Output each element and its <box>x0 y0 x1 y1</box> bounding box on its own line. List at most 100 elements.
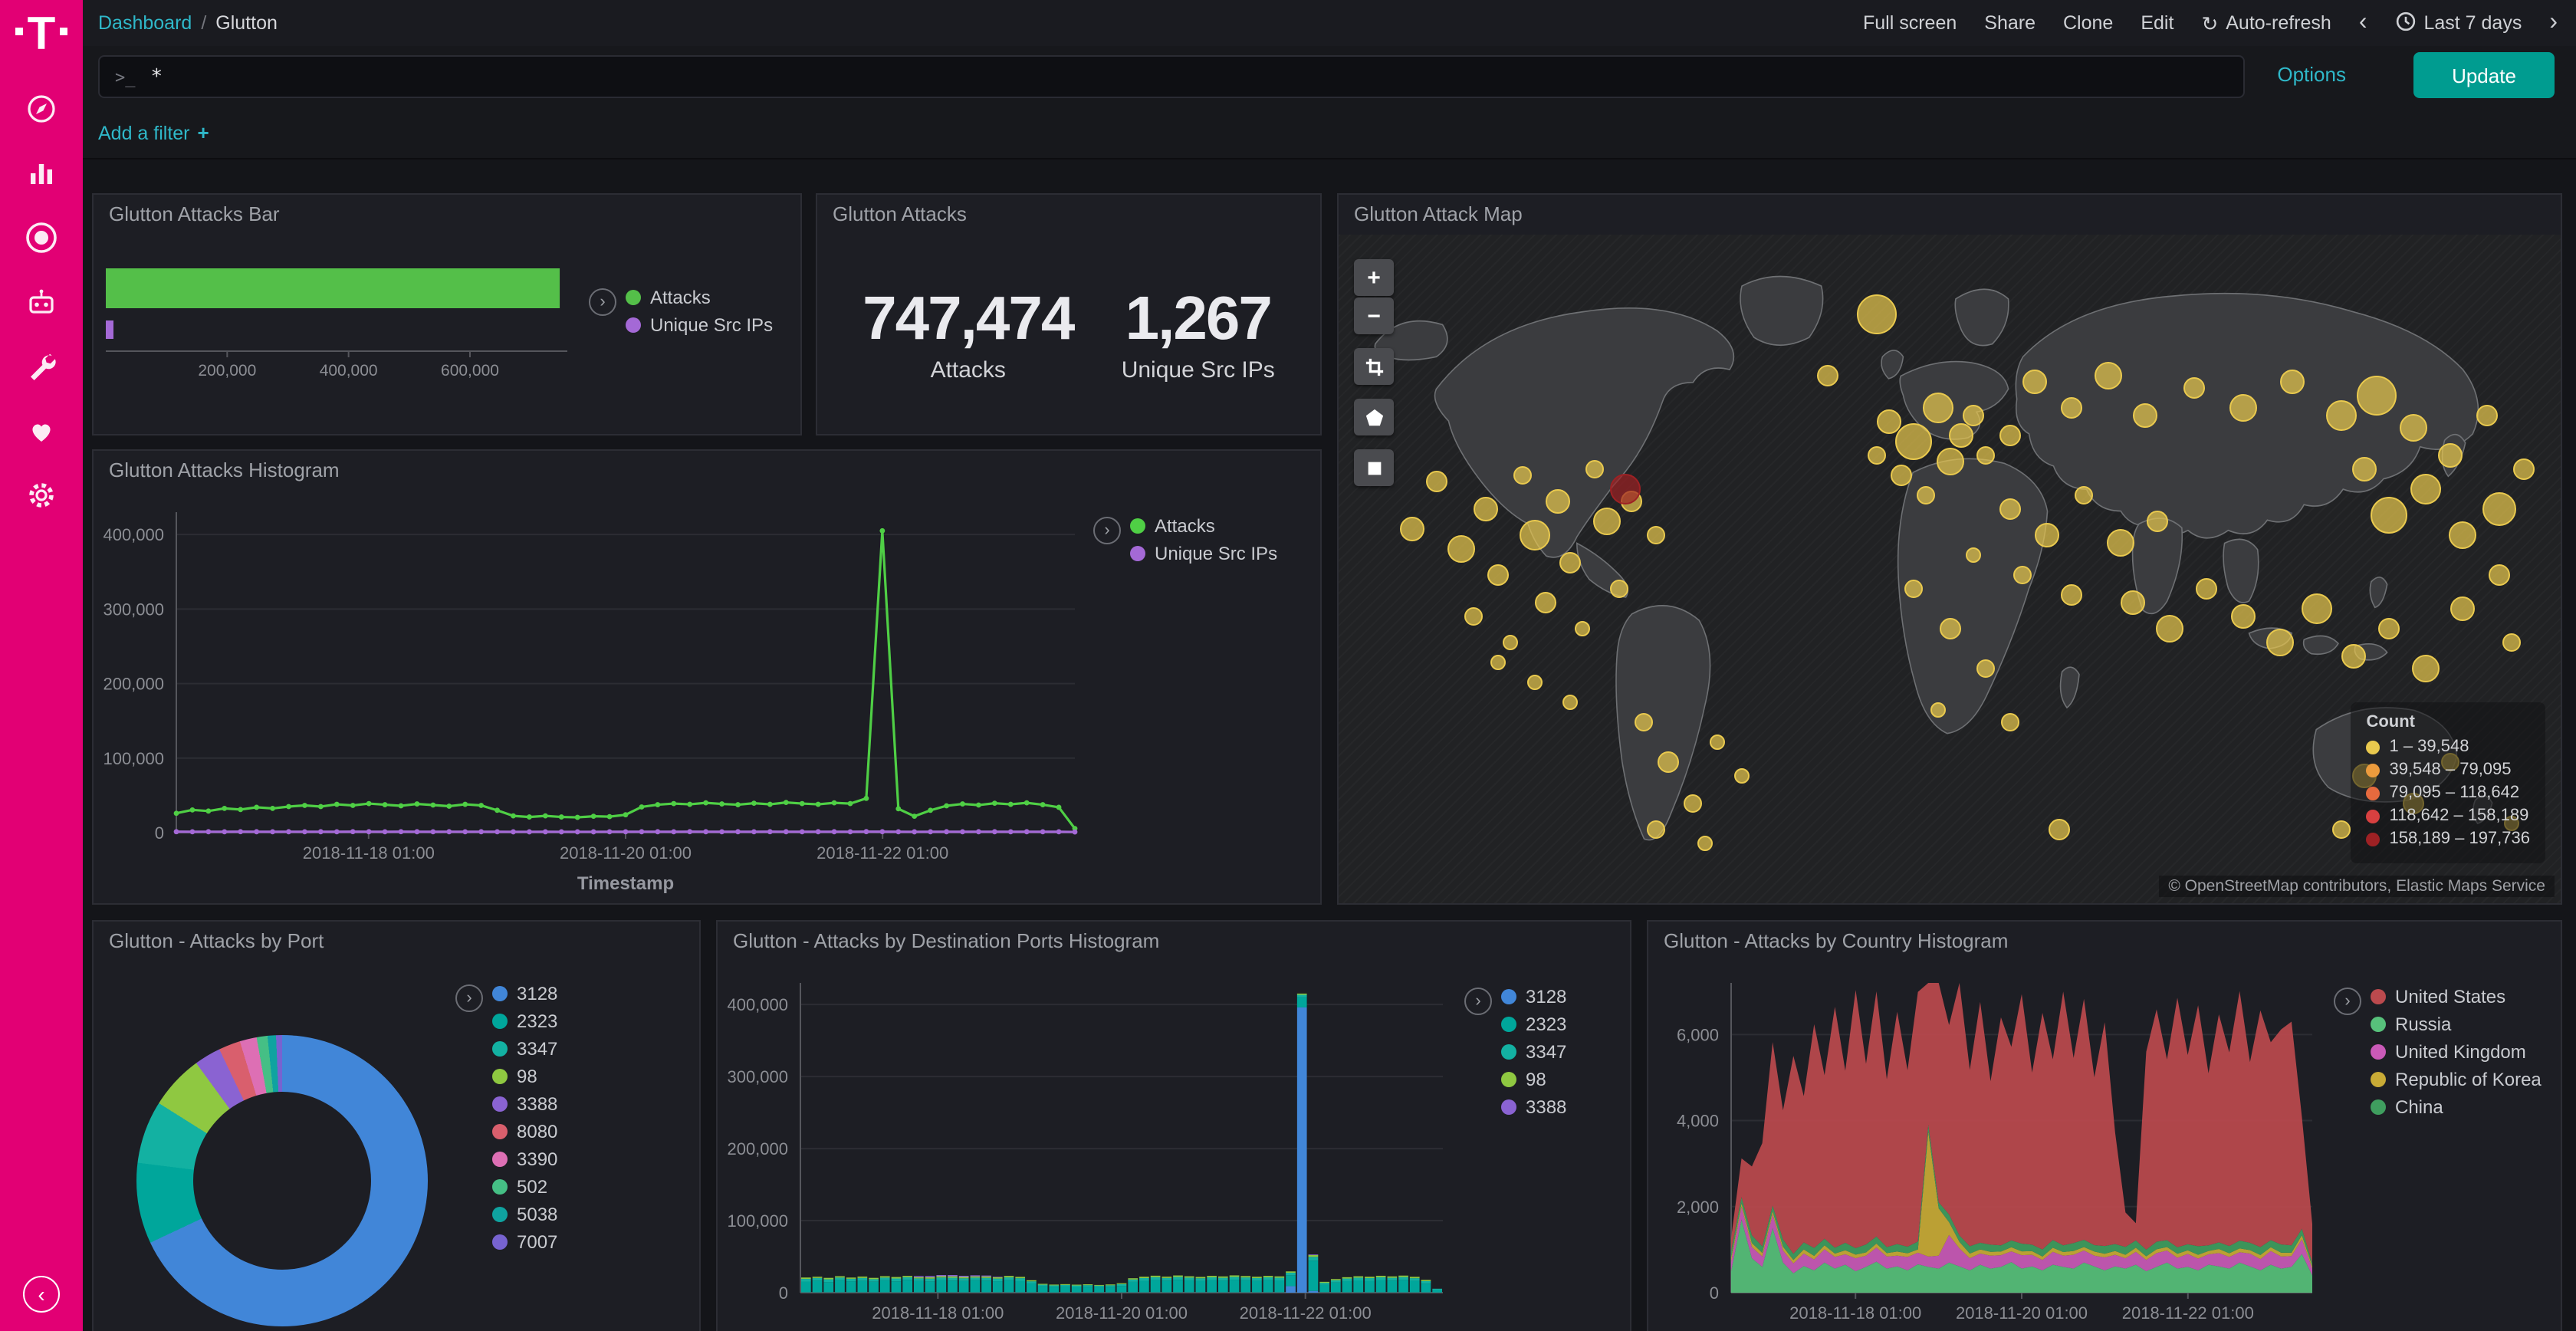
time-range-label: Last 7 days <box>2423 12 2522 34</box>
search-query-input[interactable]: >_ * <box>98 55 2245 98</box>
legend-item[interactable]: 8080 <box>492 1121 557 1142</box>
full-screen-button[interactable]: Full screen <box>1863 12 1957 34</box>
map-legend-label: 1 – 39,548 <box>2389 738 2469 756</box>
legend-item[interactable]: 2323 <box>492 1011 557 1032</box>
legend-toggle-icon[interactable]: › <box>1093 517 1121 544</box>
map-legend: Count 1 – 39,54839,548 – 79,09579,095 – … <box>2351 702 2545 863</box>
country-histogram-chart[interactable]: 02,0004,0006,0002018-11-18 01:002018-11-… <box>1648 961 2328 1331</box>
legend-item[interactable]: 98 <box>492 1066 557 1087</box>
zoom-in-button[interactable]: + <box>1354 259 1394 296</box>
svg-text:0: 0 <box>1710 1283 1719 1303</box>
legend-item[interactable]: United States <box>2371 986 2542 1007</box>
attack-bubble <box>1894 423 1931 460</box>
update-button[interactable]: Update <box>2413 52 2555 98</box>
legend-item[interactable]: 3347 <box>492 1038 557 1060</box>
legend-color-dot <box>492 1014 508 1029</box>
legend-color-dot <box>1501 1044 1516 1060</box>
dest-ports-histogram-chart[interactable]: 0100,000200,000300,000400,0002018-11-18 … <box>718 961 1458 1331</box>
sidebar-item-management[interactable] <box>21 475 61 515</box>
attack-bubble <box>2379 618 2400 639</box>
svg-text:2018-11-20 01:00: 2018-11-20 01:00 <box>1956 1303 2088 1323</box>
time-picker-button[interactable]: Last 7 days <box>2394 10 2522 36</box>
legend-color-dot <box>2371 1072 2386 1087</box>
clone-button[interactable]: Clone <box>2063 12 2113 34</box>
attack-bubble <box>2439 443 2463 468</box>
attack-map[interactable]: + − Count 1 – 39,54839,548 – 79,09579,09… <box>1339 235 2561 903</box>
filter-bar: Add a filter + <box>83 107 2576 159</box>
legend-color-dot <box>492 1179 508 1195</box>
polygon-tool-button[interactable] <box>1354 399 1394 435</box>
breadcrumb-dashboard[interactable]: Dashboard <box>98 12 192 34</box>
metric-attacks: 747,474 Attacks <box>863 285 1073 383</box>
legend-item[interactable]: 3128 <box>492 983 557 1004</box>
map-legend-item: 39,548 – 79,095 <box>2366 761 2530 779</box>
attack-bubble <box>1977 660 1996 679</box>
map-legend-label: 118,642 – 158,189 <box>2389 807 2528 825</box>
legend-color-dot <box>492 1152 508 1167</box>
sidebar-item-monitoring[interactable] <box>21 411 61 451</box>
legend-color-dot <box>492 1096 508 1112</box>
legend-item[interactable]: 98 <box>1501 1069 1566 1090</box>
legend-toggle-icon[interactable]: › <box>455 984 483 1012</box>
legend-item[interactable]: 2323 <box>1501 1014 1566 1035</box>
crop-icon <box>1364 357 1384 376</box>
sidebar-item-dashboard[interactable] <box>21 218 61 258</box>
share-button[interactable]: Share <box>1984 12 2036 34</box>
sidebar-item-discover[interactable] <box>21 89 61 129</box>
legend-item[interactable]: 3347 <box>1501 1041 1566 1063</box>
legend-item[interactable]: Attacks <box>1130 515 1277 537</box>
legend-label: 7007 <box>517 1231 557 1253</box>
legend-item[interactable]: 3388 <box>1501 1096 1566 1118</box>
legend-toggle-icon[interactable]: › <box>1464 988 1492 1015</box>
auto-refresh-button[interactable]: ↻ Auto-refresh <box>2201 12 2331 34</box>
attacks-histogram-chart[interactable]: 0100,000200,000300,000400,0002018-11-18 … <box>94 491 1090 903</box>
t-mobile-logo[interactable]: T <box>15 12 68 58</box>
legend-item[interactable]: 5038 <box>492 1204 557 1225</box>
top-navigation-bar: Dashboard / Glutton Full screen Share Cl… <box>83 0 2576 46</box>
legend-item[interactable]: Republic of Korea <box>2371 1069 2542 1090</box>
query-options-link[interactable]: Options <box>2277 63 2346 86</box>
legend-label: Unique Src IPs <box>1155 543 1277 564</box>
chart-legend: 3128 2323 3347 98 3388 8080 3390 502 5038 7007 <box>492 983 557 1259</box>
legend-item[interactable]: 3388 <box>492 1093 557 1115</box>
legend-toggle-icon[interactable]: › <box>589 288 616 316</box>
attacks-bar-chart[interactable]: 200,000400,000600,000 <box>94 235 586 434</box>
crop-tool-button[interactable] <box>1354 348 1394 385</box>
attack-bubble <box>2279 370 2304 394</box>
legend-item[interactable]: Attacks <box>626 287 773 308</box>
legend-item[interactable]: 7007 <box>492 1231 557 1253</box>
legend-item[interactable]: 3128 <box>1501 986 1566 1007</box>
legend-item[interactable]: Unique Src IPs <box>626 314 773 336</box>
svg-text:400,000: 400,000 <box>103 525 164 544</box>
svg-text:2018-11-22 01:00: 2018-11-22 01:00 <box>816 843 948 863</box>
legend-item[interactable]: 3390 <box>492 1149 557 1170</box>
time-back-icon[interactable]: ‹ <box>2359 11 2367 35</box>
legend-item[interactable]: China <box>2371 1096 2542 1118</box>
sidebar-item-visualize[interactable] <box>21 153 61 193</box>
svg-text:2018-11-18 01:00: 2018-11-18 01:00 <box>872 1303 1004 1323</box>
legend-item[interactable]: Russia <box>2371 1014 2542 1035</box>
map-legend-label: 39,548 – 79,095 <box>2389 761 2511 779</box>
attack-bubble <box>2400 415 2428 442</box>
attack-bubble <box>2049 819 2070 840</box>
rectangle-tool-button[interactable] <box>1354 449 1394 486</box>
legend-label: 3390 <box>517 1149 557 1170</box>
time-forward-icon[interactable]: › <box>2549 11 2558 35</box>
sidebar-collapse-icon[interactable]: ‹ <box>23 1276 60 1313</box>
panel-title: Glutton - Attacks by Country Histogram <box>1648 922 2561 961</box>
compass-icon <box>26 94 57 124</box>
legend-item[interactable]: Unique Src IPs <box>1130 543 1277 564</box>
legend-toggle-icon[interactable]: › <box>2334 988 2361 1015</box>
zoom-out-button[interactable]: − <box>1354 297 1394 334</box>
edit-button[interactable]: Edit <box>2141 12 2174 34</box>
attack-bubble <box>2014 567 2032 585</box>
attacks-by-port-donut[interactable] <box>136 1035 428 1326</box>
legend-item[interactable]: United Kingdom <box>2371 1041 2542 1063</box>
legend-color-dot <box>1130 518 1145 534</box>
add-filter-button[interactable]: Add a filter + <box>98 121 209 144</box>
legend-item[interactable]: 502 <box>492 1176 557 1198</box>
sidebar-item-apm[interactable] <box>21 282 61 322</box>
svg-text:2018-11-20 01:00: 2018-11-20 01:00 <box>560 843 692 863</box>
query-prompt-icon: >_ <box>115 67 136 87</box>
sidebar-item-dev-tools[interactable] <box>21 347 61 386</box>
